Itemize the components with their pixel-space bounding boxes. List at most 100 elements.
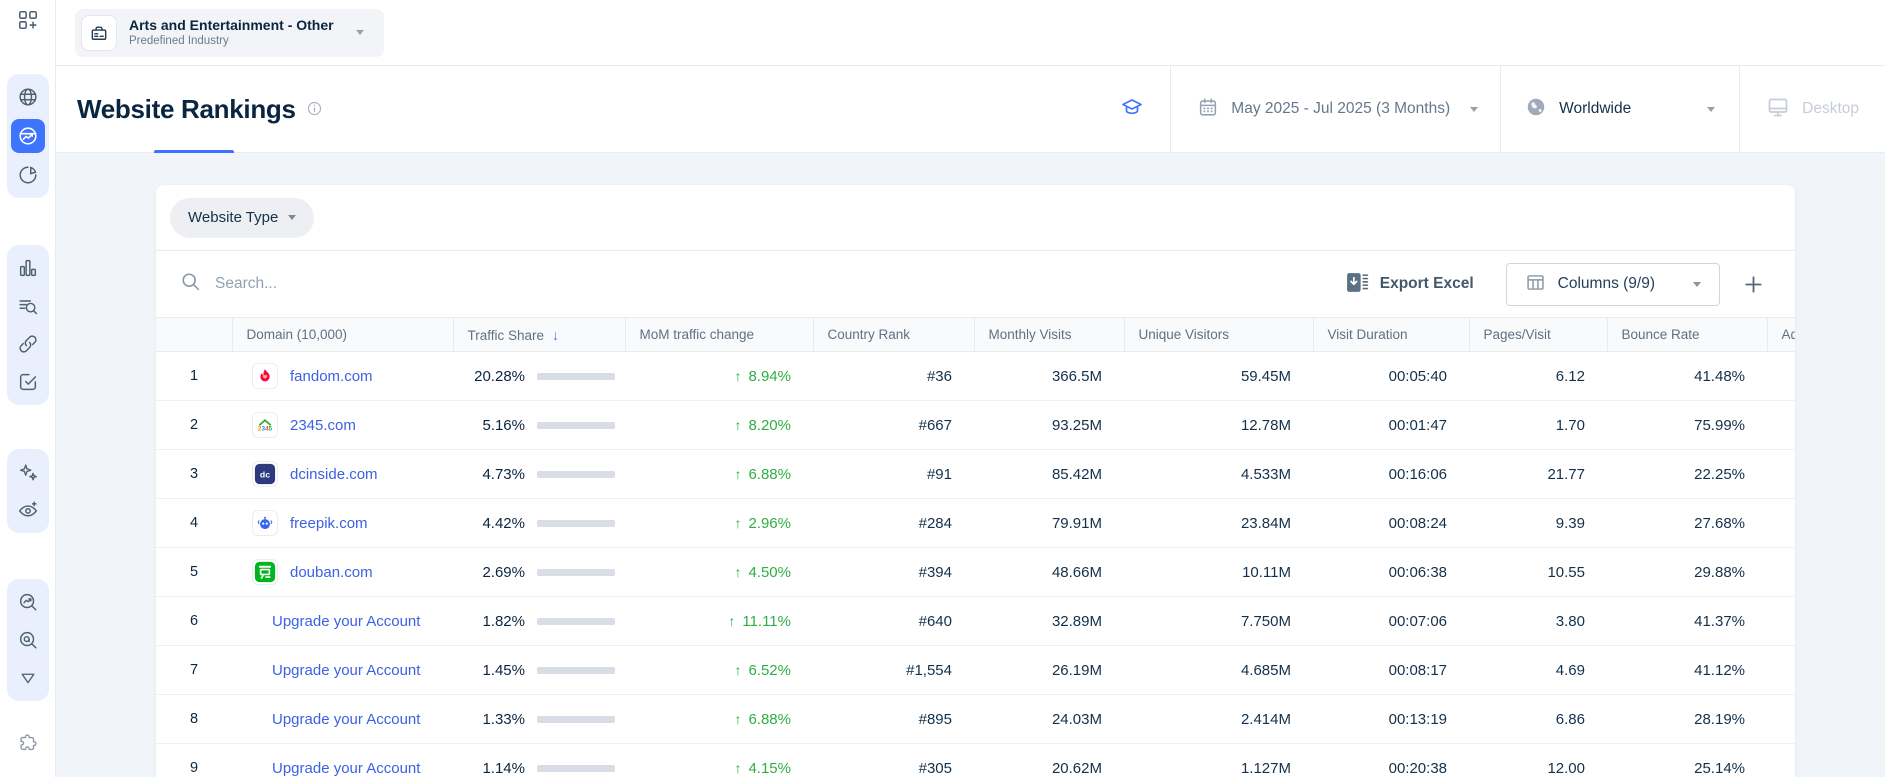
device-selector[interactable]: Desktop <box>1739 66 1885 152</box>
rank-cell: 6 <box>156 597 232 646</box>
active-tab-indicator <box>154 150 234 153</box>
page-header: Website Rankings May 2025 - Jul 2025 (3 … <box>56 66 1885 153</box>
upgrade-account-link[interactable]: Upgrade your Account <box>272 711 420 728</box>
export-excel-button[interactable]: Export Excel <box>1345 270 1474 298</box>
apps-plus-icon[interactable] <box>11 9 45 31</box>
unique-visitors-cell: 2.414M <box>1124 695 1313 744</box>
triangle-down-icon <box>18 668 38 688</box>
sidebar-item-ai-insights[interactable] <box>11 456 45 488</box>
toolbar-actions: Export Excel Columns (9/9) <box>1345 263 1765 306</box>
rank-cell: 4 <box>156 499 232 548</box>
svg-text:dc: dc <box>260 469 270 479</box>
upgrade-account-link[interactable]: Upgrade your Account <box>272 613 420 630</box>
header-mom-change[interactable]: MoM traffic change <box>625 318 813 352</box>
columns-button[interactable]: Columns (9/9) <box>1506 263 1720 306</box>
upgrade-account-link[interactable]: Upgrade your Account <box>272 760 420 777</box>
domain-link[interactable]: fandom.com <box>290 368 373 385</box>
domain-link[interactable]: freepik.com <box>290 515 368 532</box>
sidebar-item-trend-search[interactable] <box>11 586 45 618</box>
sidebar-item-website-analysis[interactable] <box>11 119 45 153</box>
website-type-label: Website Type <box>188 209 278 226</box>
up-arrow-icon: ↑ <box>734 711 741 727</box>
sidebar-item-more-chevron[interactable] <box>11 662 45 694</box>
upgrade-account-link[interactable]: Upgrade your Account <box>272 662 420 679</box>
country-rank-cell: #305 <box>813 744 974 777</box>
region-selector[interactable]: Worldwide <box>1500 66 1739 152</box>
sidebar-item-rankings[interactable] <box>11 252 45 284</box>
monthly-visits-cell: 85.42M <box>974 450 1124 499</box>
traffic-share-cell: 2.69% <box>453 548 625 597</box>
header-bounce-rate[interactable]: Bounce Rate <box>1607 318 1767 352</box>
filter-row: Website Type <box>156 185 1795 251</box>
search-input[interactable] <box>215 275 635 293</box>
rank-cell: 8 <box>156 695 232 744</box>
header-monthly-visits[interactable]: Monthly Visits <box>974 318 1124 352</box>
header-ads[interactable]: Ads <box>1767 318 1795 352</box>
columns-label: Columns (9/9) <box>1558 275 1655 293</box>
domain-cell: freepik.com <box>232 499 453 548</box>
traffic-share-bar <box>537 569 615 576</box>
settings-button[interactable] <box>11 773 45 777</box>
monthly-visits-cell: 366.5M <box>974 352 1124 401</box>
visit-duration-cell: 00:06:38 <box>1313 548 1469 597</box>
export-excel-label: Export Excel <box>1380 275 1474 293</box>
sidebar-item-market-share[interactable] <box>11 159 45 191</box>
unique-visitors-cell: 1.127M <box>1124 744 1313 777</box>
freepik-robot-favicon <box>252 510 278 536</box>
sidebar-item-saved-lists[interactable] <box>11 366 45 398</box>
header-visit-duration[interactable]: Visit Duration <box>1313 318 1469 352</box>
bounce-rate-cell: 25.14% <box>1607 744 1767 777</box>
monthly-visits-cell: 24.03M <box>974 695 1124 744</box>
info-icon[interactable] <box>306 100 323 122</box>
sidebar-item-web-overview[interactable] <box>11 81 45 113</box>
sidebar-group-research <box>7 74 49 198</box>
sidebar-item-keyword-search[interactable] <box>11 624 45 656</box>
table-header-row: Domain (10,000) Traffic Share↓ MoM traff… <box>156 318 1795 352</box>
add-column-button[interactable] <box>1742 273 1765 296</box>
sidebar-item-visibility[interactable] <box>11 494 45 526</box>
chevron-down-icon <box>1470 107 1478 112</box>
traffic-share-bar <box>537 667 615 674</box>
date-range-selector[interactable]: May 2025 - Jul 2025 (3 Months) <box>1170 66 1500 152</box>
region-label: Worldwide <box>1559 100 1631 118</box>
country-rank-cell: #667 <box>813 401 974 450</box>
visit-duration-cell: 00:20:38 <box>1313 744 1469 777</box>
chevron-down-icon <box>288 215 296 220</box>
industry-selector[interactable]: Arts and Entertainment - Other Predefine… <box>75 9 384 57</box>
integrations-button[interactable] <box>11 727 45 759</box>
domain-link[interactable]: 2345.com <box>290 417 356 434</box>
header-rank <box>156 318 232 352</box>
unique-visitors-cell: 4.533M <box>1124 450 1313 499</box>
domain-link[interactable]: dcinside.com <box>290 466 378 483</box>
learning-hub-button[interactable] <box>1094 66 1170 152</box>
rankings-table-wrap: Domain (10,000) Traffic Share↓ MoM traff… <box>156 317 1795 777</box>
pages-per-visit-cell: 4.69 <box>1469 646 1607 695</box>
traffic-share-cell: 1.45% <box>453 646 625 695</box>
header-country-rank[interactable]: Country Rank <box>813 318 974 352</box>
up-arrow-icon: ↑ <box>728 613 735 629</box>
traffic-share-cell: 1.14% <box>453 744 625 777</box>
header-domain[interactable]: Domain (10,000) <box>232 318 453 352</box>
visit-duration-cell: 00:08:17 <box>1313 646 1469 695</box>
table-row: 1 fandom.com 20.28% ↑8.94% #36 366.5M 59… <box>156 352 1795 401</box>
country-rank-cell: #1,554 <box>813 646 974 695</box>
header-pages-per-visit[interactable]: Pages/Visit <box>1469 318 1607 352</box>
domain-link[interactable]: douban.com <box>290 564 373 581</box>
ads-cell <box>1767 352 1795 401</box>
desktop-monitor-icon <box>1766 95 1790 124</box>
traffic-share-cell: 4.42% <box>453 499 625 548</box>
pages-per-visit-cell: 10.55 <box>1469 548 1607 597</box>
sidebar-item-keyword-research[interactable] <box>11 290 45 322</box>
table-body: 1 fandom.com 20.28% ↑8.94% #36 366.5M 59… <box>156 352 1795 777</box>
header-unique-visitors[interactable]: Unique Visitors <box>1124 318 1313 352</box>
mom-change-cell: ↑4.50% <box>625 548 813 597</box>
header-traffic-share[interactable]: Traffic Share↓ <box>453 318 625 352</box>
sidebar-item-backlinks[interactable] <box>11 328 45 360</box>
traffic-share-cell: 5.16% <box>453 401 625 450</box>
visit-duration-cell: 00:16:06 <box>1313 450 1469 499</box>
chevron-down-icon <box>1693 282 1701 287</box>
website-type-filter[interactable]: Website Type <box>170 198 314 238</box>
mom-change-cell: ↑2.96% <box>625 499 813 548</box>
search-trend-icon <box>17 591 39 613</box>
pages-per-visit-cell: 9.39 <box>1469 499 1607 548</box>
